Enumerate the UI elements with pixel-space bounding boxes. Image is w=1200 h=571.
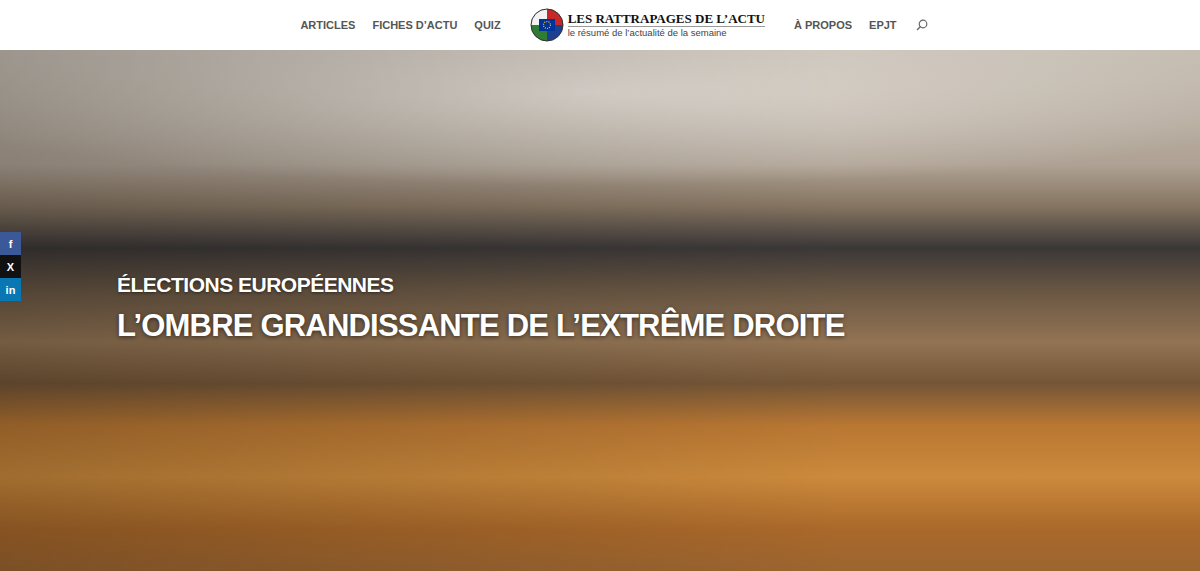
share-button[interactable]: in <box>0 278 21 301</box>
search-icon <box>916 19 928 31</box>
nav-link[interactable]: ARTICLES <box>300 19 355 31</box>
site-header: ARTICLES FICHES D’ACTU QUIZ LES RATTRAPAGES… <box>0 0 1200 50</box>
page: ARTICLES FICHES D’ACTU QUIZ LES RATTRAPAGES… <box>0 0 1200 571</box>
site-logo[interactable]: LES RATTRAPAGES DE L’ACTUle résumé de l’… <box>530 8 765 42</box>
hero-text: ÉLECTIONS EUROPÉENNES L’OMBRE GRANDISSANT… <box>0 50 1200 344</box>
share-button[interactable]: f <box>0 232 21 255</box>
nav-link[interactable]: FICHES D’ACTU <box>372 19 457 31</box>
hero-kicker[interactable]: ÉLECTIONS EUROPÉENNES <box>117 272 1200 297</box>
hero-title[interactable]: L’OMBRE GRANDISSANTE DE L’EXTRÊME DROITE <box>117 307 1200 344</box>
nav-link[interactable]: EPJT <box>869 19 897 31</box>
share-button[interactable]: X <box>0 255 21 278</box>
logo-tagline: le résumé de l’actualité de la semaine <box>568 26 765 38</box>
share-bar: fXin <box>0 232 21 301</box>
globe-flags-icon <box>530 8 564 42</box>
logo-text: LES RATTRAPAGES DE L’ACTUle résumé de l’… <box>568 12 765 38</box>
nav-link[interactable]: À PROPOS <box>794 19 852 31</box>
search-button[interactable] <box>914 17 930 33</box>
nav-link[interactable]: QUIZ <box>474 19 500 31</box>
main-nav: ARTICLES FICHES D’ACTU QUIZ LES RATTRAPAGES… <box>270 8 929 42</box>
hero: fXin ÉLECTIONS EUROPÉENNES L’OMBRE GRANDIS… <box>0 50 1200 571</box>
logo-title: LES RATTRAPAGES DE L’ACTU <box>568 12 765 26</box>
